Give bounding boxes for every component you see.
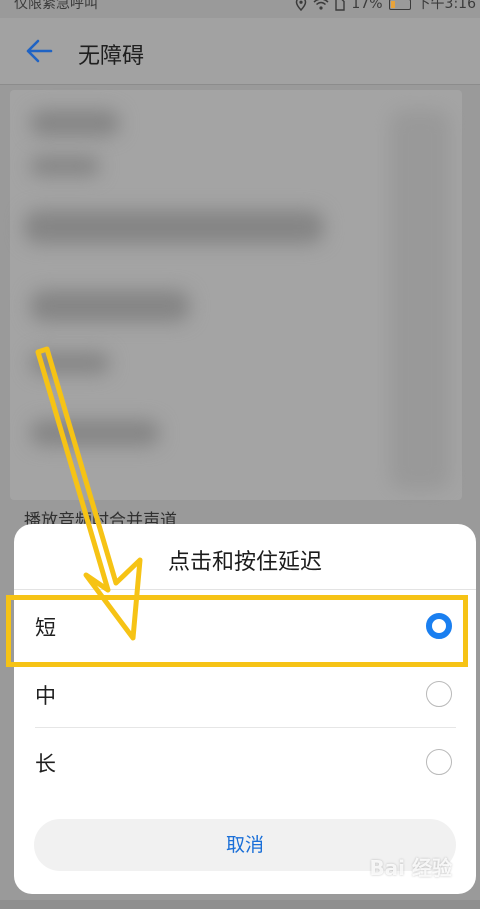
app-bar: 无障碍 bbox=[0, 18, 480, 85]
option-medium[interactable]: 中 bbox=[14, 662, 476, 728]
location-icon bbox=[296, 0, 307, 11]
blurred-settings-list bbox=[10, 90, 462, 500]
clock: 下午3:16 bbox=[416, 0, 476, 12]
option-label: 中 bbox=[35, 684, 56, 708]
arrow-left-icon[interactable] bbox=[24, 36, 54, 66]
highlight-box bbox=[6, 595, 468, 667]
option-label: 长 bbox=[35, 752, 56, 776]
option-divider bbox=[35, 727, 456, 728]
battery-icon bbox=[388, 0, 411, 10]
wifi-icon bbox=[313, 0, 329, 10]
carrier-text: 仅限紧急呼叫 bbox=[14, 0, 98, 12]
sim-icon bbox=[335, 0, 346, 11]
battery-percent: 17% bbox=[351, 0, 383, 12]
option-long[interactable]: 长 bbox=[14, 730, 476, 796]
page-title: 无障碍 bbox=[78, 44, 145, 69]
dialog-divider bbox=[14, 589, 476, 590]
status-bar: 仅限紧急呼叫 17% 下午3:16 bbox=[0, 0, 480, 16]
radio-unchecked-icon[interactable] bbox=[426, 749, 452, 775]
bottom-edge bbox=[0, 900, 480, 909]
dialog-title: 点击和按住延迟 bbox=[167, 550, 322, 575]
status-icons: 17% 下午3:16 bbox=[295, 0, 476, 11]
radio-unchecked-icon[interactable] bbox=[426, 681, 452, 707]
watermark: Bai 经验 bbox=[369, 856, 452, 880]
delay-dialog: 点击和按住延迟 短 中 长 取消 bbox=[14, 524, 476, 894]
